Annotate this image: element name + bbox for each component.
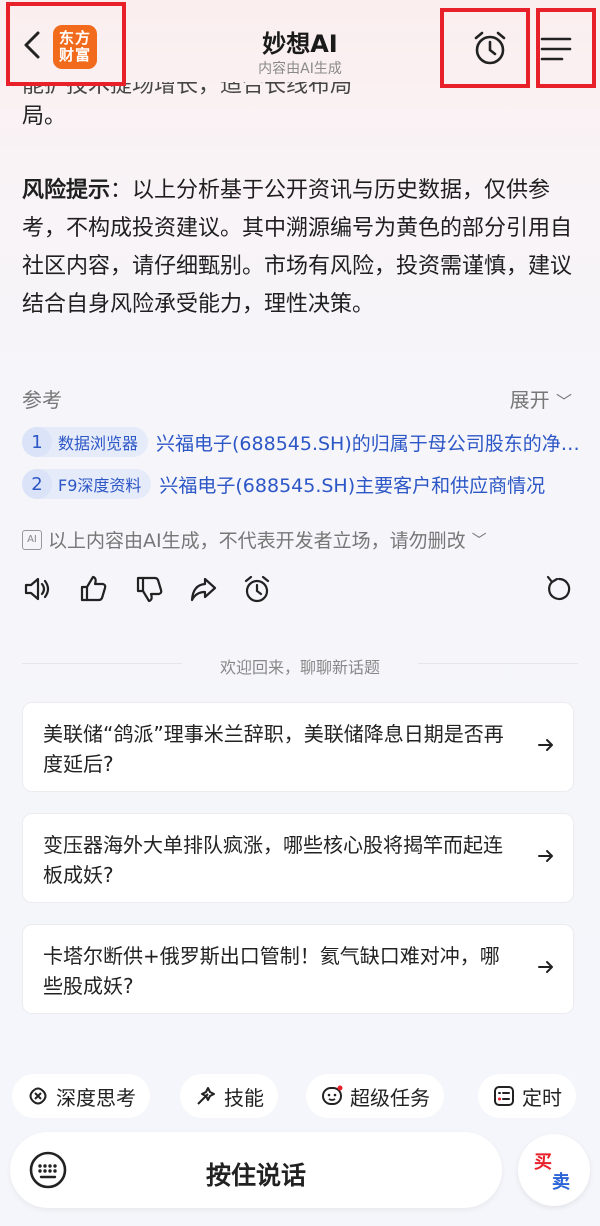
arrow-right-icon [538, 961, 553, 973]
chip-label: 定时 [522, 1085, 562, 1110]
suggestion-card[interactable]: 美联储“鸽派”理事米兰辞职，美联储降息日期是否再度延后? [22, 702, 574, 792]
menu-icon[interactable] [540, 36, 572, 62]
schedule-chip[interactable]: 定时 [478, 1074, 576, 1118]
ai-badge-icon: AI [22, 529, 42, 550]
reference-number: 2 [22, 469, 52, 499]
reference-source-chip: 1 数据浏览器 [22, 427, 149, 457]
deep-think-icon [29, 1087, 47, 1105]
reference-source: F9深度资料 [58, 476, 142, 495]
message-actions [22, 574, 578, 606]
risk-disclaimer: 风险提示：以上分析基于公开资讯与历史数据，仅供参考，不构成投资建议。其中溯源编号… [22, 172, 578, 324]
divider-line [418, 663, 578, 664]
suggestion-card[interactable]: 变压器海外大单排队疯涨，哪些核心股将揭竿而起连板成妖? [22, 813, 574, 903]
arrow-right-icon [538, 850, 553, 862]
reference-number: 1 [22, 427, 52, 457]
reference-link[interactable]: 兴福电子(688545.SH)的归属于母公司股东的净利润 [156, 429, 582, 456]
regenerate-icon[interactable] [544, 574, 574, 604]
hold-to-talk-button[interactable]: 按住说话 [10, 1132, 502, 1208]
reference-item[interactable]: 1 数据浏览器 兴福电子(688545.SH)的归属于母公司股东的净利润 [22, 426, 582, 458]
ai-note-text: 以上内容由AI生成，不代表开发者立场，请勿删改 [48, 530, 466, 552]
expand-button[interactable]: 展开 ﹀ [510, 384, 572, 413]
reference-item[interactable]: 2 F9深度资料 兴福电子(688545.SH)主要客户和供应商情况 [22, 468, 582, 500]
chevron-down-icon: ﹀ [471, 531, 487, 549]
references-heading: 参考 [22, 388, 62, 412]
suggestion-text: 变压器海外大单排队疯涨，哪些核心股将揭竿而起连板成妖? [43, 833, 503, 887]
reference-link[interactable]: 兴福电子(688545.SH)主要客户和供应商情况 [159, 471, 545, 498]
share-icon[interactable] [188, 574, 218, 604]
hold-to-talk-label: 按住说话 [205, 1161, 306, 1190]
suggestion-card[interactable]: 卡塔尔断供+俄罗斯出口管制！氦气缺口难对冲，哪些股成妖? [22, 924, 574, 1014]
sell-label: 卖 [552, 1172, 570, 1193]
expand-label: 展开 [509, 388, 550, 412]
speaker-icon[interactable] [22, 574, 52, 604]
arrow-right-icon [538, 739, 553, 751]
schedule-icon [494, 1086, 514, 1106]
chevron-down-icon: ﹀ [555, 392, 572, 411]
alarm-clock-icon[interactable] [242, 574, 272, 604]
header: 能扩技术提场增长，适合长线布局 局。 东方财富 妙想AI 内容由AI生成 [0, 0, 600, 129]
chip-label: 超级任务 [350, 1085, 430, 1110]
suggestion-text: 卡塔尔断供+俄罗斯出口管制！氦气缺口难对冲，哪些股成妖? [43, 944, 500, 998]
deep-think-chip[interactable]: 深度思考 [12, 1074, 150, 1118]
thumbs-down-icon[interactable] [134, 574, 164, 604]
alarm-clock-icon[interactable] [472, 30, 508, 66]
reference-source: 数据浏览器 [58, 434, 139, 453]
thumbs-up-icon[interactable] [78, 574, 108, 604]
super-task-chip[interactable]: 超级任务 [306, 1074, 444, 1118]
welcome-text: 欢迎回来，聊聊新话题 [219, 658, 380, 677]
super-task-icon [322, 1085, 343, 1105]
risk-label: 风险提示 [22, 178, 111, 203]
suggestion-text: 美联储“鸽派”理事米兰辞职，美联储降息日期是否再度延后? [43, 722, 504, 776]
ai-generated-note[interactable]: AI 以上内容由AI生成，不代表开发者立场，请勿删改 ﹀ [22, 526, 487, 553]
trade-button[interactable]: 买 卖 [518, 1134, 590, 1206]
chip-label: 技能 [224, 1085, 264, 1110]
buy-label: 买 [534, 1152, 552, 1173]
skill-icon [197, 1087, 215, 1105]
skill-chips-bar: 深度思考 技能 超级任务 定时 [10, 1074, 600, 1118]
reference-source-chip: 2 F9深度资料 [22, 469, 152, 499]
skill-chip[interactable]: 技能 [180, 1074, 278, 1118]
chip-label: 深度思考 [56, 1085, 136, 1110]
cutoff-text-tail: 局。 [22, 104, 67, 129]
